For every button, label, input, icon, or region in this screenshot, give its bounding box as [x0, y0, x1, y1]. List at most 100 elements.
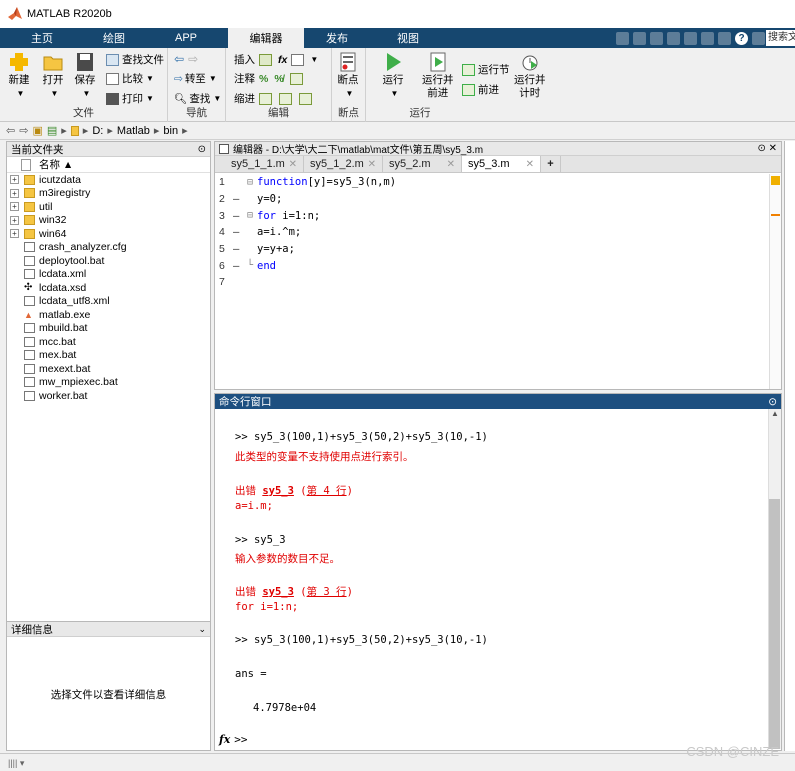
advance-button[interactable]: 前进 — [462, 82, 499, 97]
insert-menu-icon[interactable] — [291, 53, 305, 66]
find-files-button[interactable]: 查找文件 — [106, 52, 164, 67]
back-icon[interactable]: ⇦ — [174, 52, 184, 66]
help-icon[interactable]: ? — [735, 31, 748, 45]
code-line[interactable]: 3 — ⊟ for i=1:n; — [215, 207, 771, 224]
indent-button[interactable]: 缩进 — [234, 91, 315, 106]
save-button[interactable]: 保存 ▼ — [74, 52, 96, 100]
expand-icon[interactable]: + — [10, 215, 19, 225]
close-icon[interactable]: ✕ — [447, 159, 455, 170]
tab-view[interactable]: 视图 — [370, 28, 446, 48]
code-area[interactable]: 1 ⊟ function [y]=sy5_3(n,m) 2— y=0; 3— ⊟ for i=1… — [215, 174, 771, 389]
breadcrumb-bin[interactable]: bin — [163, 125, 178, 137]
command-scrollbar[interactable]: ▲ — [768, 409, 781, 749]
list-item[interactable]: + win64 — [7, 227, 210, 241]
error-line-link[interactable]: 第 4 行 — [307, 485, 347, 497]
list-item[interactable]: mex.bat — [7, 349, 210, 363]
browse-folder-icon[interactable]: ▤ — [47, 124, 57, 137]
code-line[interactable]: 5 — y=y+a; — [215, 241, 771, 258]
list-item[interactable]: + icutzdata — [7, 173, 210, 187]
list-item[interactable]: mcc.bat — [7, 335, 210, 349]
forward-icon[interactable]: ⇨ — [19, 124, 28, 137]
redo-icon[interactable] — [701, 31, 714, 45]
insert-button[interactable]: 插入 fx ▼ — [234, 52, 318, 67]
run-button[interactable]: 运行 ▼ — [382, 52, 404, 100]
code-line[interactable]: 6 — └ end — [215, 257, 771, 274]
search-input[interactable]: 搜索文 — [766, 30, 795, 46]
chevron-down-icon[interactable]: ⌄ — [198, 624, 206, 635]
editor-scrollbar[interactable] — [769, 174, 781, 389]
list-item[interactable]: + win32 — [7, 214, 210, 228]
switch-windows-icon[interactable] — [718, 31, 731, 45]
back-icon[interactable]: ⇦ — [6, 124, 15, 137]
expand-icon[interactable]: + — [10, 202, 19, 212]
goto-button[interactable]: ⇨ 转至 ▼ — [174, 71, 217, 86]
close-icon[interactable]: ✕ — [368, 159, 376, 170]
comment-icon[interactable]: % — [259, 73, 268, 85]
tab-apps[interactable]: APP — [144, 28, 228, 48]
panel-menu-icon[interactable]: ⊙ — [198, 144, 206, 155]
tab-sy5-2[interactable]: sy5_2.m ✕ — [383, 156, 462, 172]
new-button[interactable]: 新建 ▼ — [8, 52, 30, 100]
save-icon[interactable] — [616, 31, 629, 45]
breadcrumb-drive[interactable]: D: — [92, 125, 103, 137]
tab-plots[interactable]: 绘图 — [84, 28, 144, 48]
tab-home[interactable]: 主页 — [0, 28, 84, 48]
decrease-indent-icon[interactable] — [299, 92, 312, 105]
close-icon[interactable]: ✕ — [289, 159, 297, 170]
compare-button[interactable]: 比较 ▼ — [106, 71, 154, 86]
uncomment-icon[interactable]: %̸ — [274, 73, 283, 85]
list-item[interactable]: lcdata.xml — [7, 268, 210, 282]
new-tab-button[interactable]: + — [541, 156, 561, 172]
code-line[interactable]: 1 ⊟ function [y]=sy5_3(n,m) — [215, 174, 771, 191]
panel-menu-icon[interactable]: ⊙ — [768, 396, 777, 408]
scroll-up-icon[interactable]: ▲ — [769, 409, 781, 418]
paste-icon[interactable] — [667, 31, 680, 45]
expand-icon[interactable]: + — [10, 229, 19, 239]
up-folder-icon[interactable]: ▣ — [32, 124, 42, 137]
code-line[interactable]: 4 — a=i.^m; — [215, 224, 771, 241]
increase-indent-icon[interactable] — [279, 92, 292, 105]
find-button[interactable]: 🔍︎ 查找 ▼ — [174, 91, 221, 106]
tab-publish[interactable]: 发布 — [304, 28, 370, 48]
list-item[interactable]: ✣ lcdata.xsd — [7, 281, 210, 295]
list-item[interactable]: worker.bat — [7, 389, 210, 403]
select-all-checkbox[interactable] — [21, 158, 31, 171]
workspace-panel-edge[interactable] — [784, 141, 795, 751]
list-item[interactable]: deploytool.bat — [7, 254, 210, 268]
comment-button[interactable]: 注释 % %̸ — [234, 71, 306, 86]
list-item[interactable]: mbuild.bat — [7, 322, 210, 336]
wrap-comments-icon[interactable] — [289, 72, 303, 85]
open-button[interactable]: 打开 ▼ — [42, 52, 64, 100]
list-item[interactable]: ▲ matlab.exe — [7, 308, 210, 322]
run-time-button[interactable]: 运行并 计时 — [514, 52, 546, 100]
tab-sy5-1-2[interactable]: sy5_1_2.m ✕ — [304, 156, 383, 172]
error-function-link[interactable]: sy5_3 — [262, 485, 294, 497]
fx-icon[interactable]: fx — [219, 733, 230, 746]
fx-icon[interactable]: fx — [278, 54, 287, 66]
list-item[interactable]: mexext.bat — [7, 362, 210, 376]
error-line-link[interactable]: 第 3 行 — [307, 586, 347, 598]
breakpoints-button[interactable]: 断点 ▼ — [337, 52, 359, 100]
warning-indicator[interactable] — [771, 176, 780, 185]
code-line[interactable]: 7 — [215, 274, 771, 291]
dropdown-icon[interactable] — [752, 31, 765, 45]
tab-sy5-1-1[interactable]: sy5_1_1.m ✕ — [225, 156, 304, 172]
tab-editor[interactable]: 编辑器 — [228, 28, 304, 48]
print-button[interactable]: 打印 ▼ — [106, 91, 154, 106]
list-item[interactable]: mw_mpiexec.bat — [7, 376, 210, 390]
command-output[interactable]: >> sy5_3(100,1)+sy5_3(50,2)+sy5_3(10,-1)… — [235, 409, 765, 729]
close-icon[interactable]: ✕ — [769, 143, 777, 154]
scroll-thumb[interactable] — [769, 499, 780, 749]
back-forward-button[interactable]: ⇦ ⇨ — [174, 52, 198, 66]
tab-sy5-3[interactable]: sy5_3.m ✕ — [462, 156, 541, 172]
warning-marker[interactable] — [771, 214, 780, 216]
code-line[interactable]: 2 — y=0; — [215, 191, 771, 208]
name-column-header[interactable]: 名称 ▲ — [7, 157, 210, 173]
forward-icon[interactable]: ⇨ — [188, 52, 198, 66]
list-item[interactable]: crash_analyzer.cfg — [7, 241, 210, 255]
cut-icon[interactable] — [633, 31, 646, 45]
list-item[interactable]: lcdata_utf8.xml — [7, 295, 210, 309]
error-function-link[interactable]: sy5_3 — [262, 586, 294, 598]
smart-indent-icon[interactable] — [259, 92, 272, 105]
list-item[interactable]: + m3iregistry — [7, 187, 210, 201]
